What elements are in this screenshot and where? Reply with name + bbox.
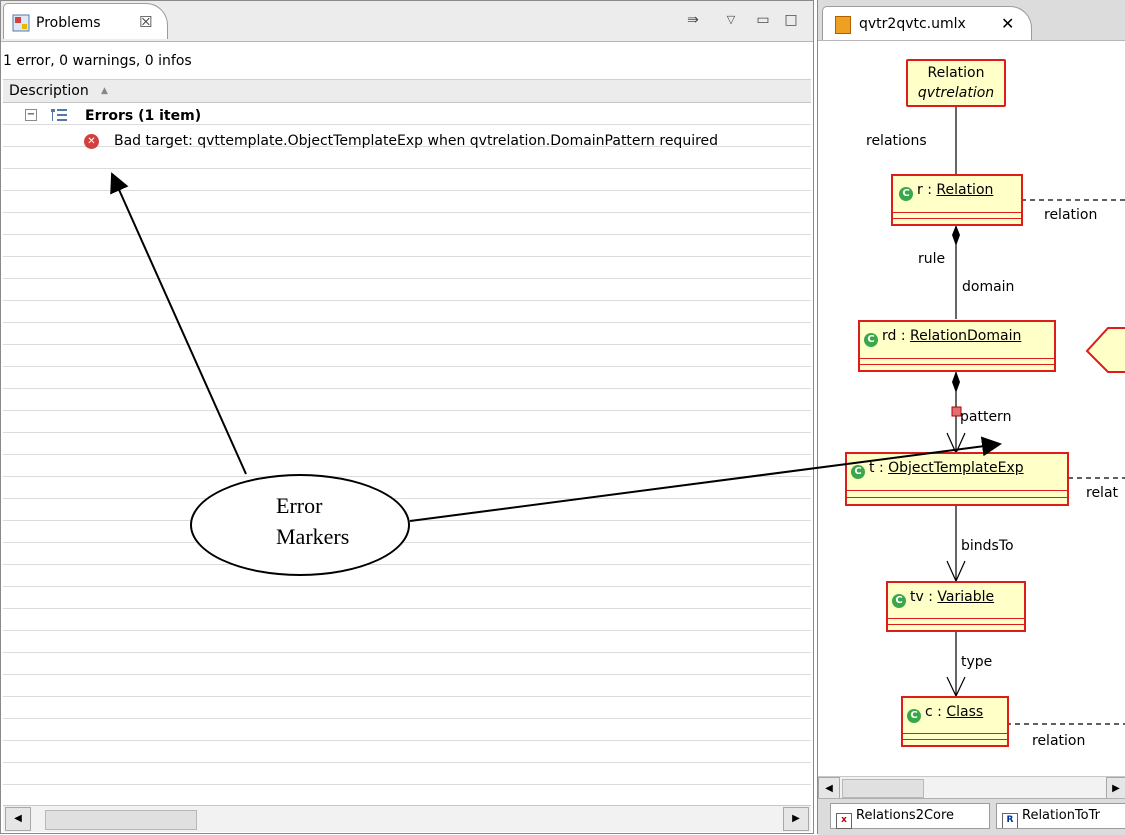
callout-line-2: Markers (276, 524, 350, 549)
callout-text: Error Markers (276, 490, 349, 552)
annotation-arrows (110, 172, 1002, 522)
callout-line-1: Error (276, 493, 323, 518)
